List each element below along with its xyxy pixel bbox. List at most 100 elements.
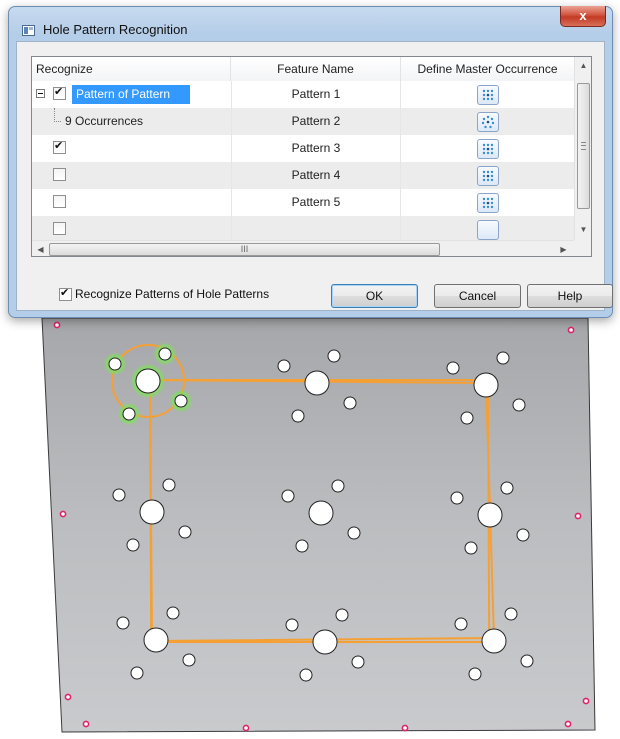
rectangular-pattern-icon (482, 143, 494, 155)
small-hole[interactable] (460, 411, 474, 425)
small-hole[interactable] (126, 538, 140, 552)
large-hole[interactable] (304, 370, 330, 396)
define-master-button[interactable] (477, 193, 499, 213)
window-app-icon (22, 25, 35, 36)
recognize-checkbox[interactable] (53, 168, 66, 181)
small-hole[interactable] (468, 667, 482, 681)
large-hole[interactable] (135, 368, 161, 394)
define-master-button[interactable] (477, 139, 499, 159)
feature-name-cell[interactable]: Pattern 1 (231, 81, 401, 108)
ok-button[interactable]: OK (331, 284, 418, 308)
recognize-checkbox[interactable] (53, 139, 66, 154)
large-hole[interactable] (312, 629, 338, 655)
recognize-checkbox[interactable] (53, 85, 66, 100)
recognize-cell: Pattern of Pattern (32, 81, 231, 108)
cancel-button[interactable]: Cancel (434, 284, 521, 308)
small-hole[interactable] (166, 606, 180, 620)
recognize-checkbox[interactable] (53, 195, 66, 208)
help-button[interactable]: Help (527, 284, 613, 308)
scroll-up-icon[interactable]: ▲ (575, 57, 591, 74)
recognize-patterns-label[interactable]: Recognize Patterns of Hole Patterns (75, 287, 269, 301)
recognize-checkbox[interactable] (53, 222, 66, 235)
column-header-feature-name[interactable]: Feature Name (231, 57, 401, 81)
small-hole[interactable] (464, 541, 478, 555)
small-hole[interactable] (331, 479, 345, 493)
scroll-down-icon[interactable]: ▼ (575, 221, 591, 238)
close-icon: x (579, 8, 587, 23)
large-hole[interactable] (139, 499, 165, 525)
small-hole[interactable] (516, 528, 530, 542)
small-hole[interactable] (285, 618, 299, 632)
large-hole[interactable] (308, 500, 334, 526)
scroll-corner (574, 240, 591, 256)
horizontal-scrollbar[interactable]: ◀ III ▶ (32, 240, 574, 256)
define-master-button[interactable] (477, 220, 499, 240)
small-hole[interactable] (500, 481, 514, 495)
small-hole[interactable] (520, 654, 534, 668)
feature-name-cell[interactable]: Pattern 3 (231, 135, 401, 162)
small-hole[interactable] (277, 359, 291, 373)
small-hole[interactable] (291, 409, 305, 423)
small-hole[interactable] (299, 668, 313, 682)
title-bar[interactable]: Hole Pattern Recognition x (9, 6, 612, 41)
small-hole[interactable] (178, 525, 192, 539)
column-header-define-master[interactable]: Define Master Occurrence (401, 57, 574, 81)
define-master-button[interactable] (477, 166, 499, 186)
small-hole[interactable] (122, 407, 136, 421)
corner-marker-icon (53, 321, 61, 329)
corner-marker-icon (401, 724, 409, 732)
scroll-right-icon[interactable]: ▶ (555, 241, 572, 256)
small-hole[interactable] (496, 351, 510, 365)
small-hole[interactable] (108, 357, 122, 371)
horizontal-scroll-thumb[interactable]: III (49, 243, 440, 256)
small-hole[interactable] (174, 394, 188, 408)
table-row[interactable]: 9 Occurrences Pattern 2 (32, 108, 574, 135)
small-hole[interactable] (343, 396, 357, 410)
collapse-tree-icon[interactable] (36, 89, 45, 98)
pattern-grid: Recognize Feature Name Define Master Occ… (31, 56, 592, 257)
corner-marker-icon (567, 326, 575, 334)
table-row[interactable]: Pattern 4 (32, 162, 574, 189)
large-hole[interactable] (477, 502, 503, 528)
small-hole[interactable] (182, 653, 196, 667)
small-hole[interactable] (281, 489, 295, 503)
small-hole[interactable] (158, 347, 172, 361)
define-master-button[interactable] (477, 85, 499, 105)
small-hole[interactable] (504, 607, 518, 621)
recognize-patterns-checkbox[interactable] (59, 286, 72, 301)
corner-marker-icon (64, 693, 72, 701)
small-hole[interactable] (454, 617, 468, 631)
table-row[interactable] (32, 216, 574, 243)
small-hole[interactable] (347, 526, 361, 540)
scroll-left-icon[interactable]: ◀ (32, 241, 49, 256)
large-hole[interactable] (473, 372, 499, 398)
small-hole[interactable] (162, 478, 176, 492)
small-hole[interactable] (335, 608, 349, 622)
define-master-cell (401, 189, 574, 216)
feature-name-cell[interactable]: Pattern 2 (231, 108, 401, 135)
column-header-recognize[interactable]: Recognize (32, 57, 231, 81)
small-hole[interactable] (116, 616, 130, 630)
small-hole[interactable] (450, 491, 464, 505)
feature-name-cell[interactable]: Pattern 5 (231, 189, 401, 216)
table-row[interactable]: Pattern of Pattern Pattern 1 (32, 81, 574, 108)
tree-node-label[interactable]: Pattern of Pattern (72, 85, 190, 104)
rectangular-pattern-icon (482, 170, 494, 182)
small-hole[interactable] (446, 361, 460, 375)
large-hole[interactable] (143, 627, 169, 653)
small-hole[interactable] (112, 488, 126, 502)
small-hole[interactable] (295, 539, 309, 553)
vertical-scroll-thumb[interactable] (577, 83, 590, 209)
table-row[interactable]: Pattern 3 (32, 135, 574, 162)
small-hole[interactable] (130, 666, 144, 680)
small-hole[interactable] (327, 349, 341, 363)
define-master-button[interactable] (477, 112, 499, 132)
feature-name-cell[interactable]: Pattern 4 (231, 162, 401, 189)
small-hole[interactable] (512, 398, 526, 412)
vertical-scrollbar[interactable]: ▲ ▼ (574, 57, 591, 240)
table-row[interactable]: Pattern 5 (32, 189, 574, 216)
large-hole[interactable] (481, 628, 507, 654)
feature-name-cell[interactable] (231, 216, 401, 243)
close-button[interactable]: x (560, 6, 606, 27)
small-hole[interactable] (351, 655, 365, 669)
